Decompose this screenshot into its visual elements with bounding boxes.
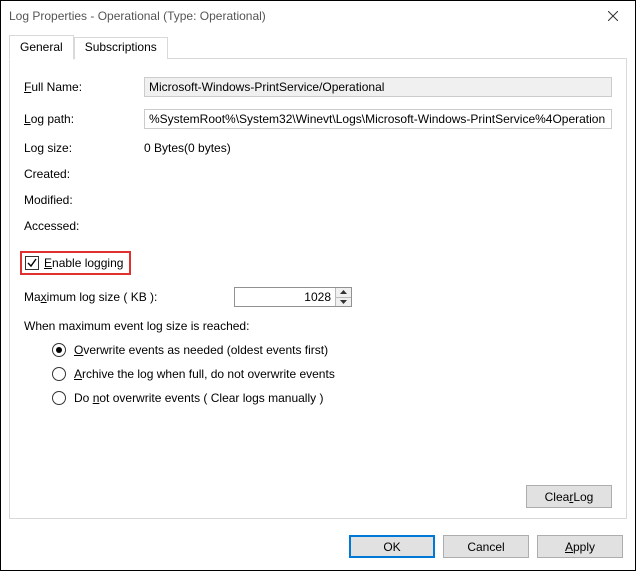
label-enable-logging: Enable logging xyxy=(44,256,123,270)
radio-archive[interactable]: Archive the log when full, do not overwr… xyxy=(52,367,612,381)
row-max-size: Maximum log size ( KB ): xyxy=(24,287,612,307)
spinner-down[interactable] xyxy=(336,298,351,307)
radio-archive-label: Archive the log when full, do not overwr… xyxy=(74,367,335,381)
row-log-path: Log path: xyxy=(24,109,612,129)
full-name-field[interactable] xyxy=(144,77,612,97)
radio-group-overflow: Overwrite events as needed (oldest event… xyxy=(52,343,612,405)
close-button[interactable] xyxy=(590,1,635,31)
log-path-field[interactable] xyxy=(144,109,612,129)
label-full-name: Full Name: xyxy=(24,80,144,94)
label-max-size: Maximum log size ( KB ): xyxy=(24,290,234,304)
chevron-down-icon xyxy=(340,300,347,304)
row-created: Created: xyxy=(24,167,612,181)
cancel-button[interactable]: Cancel xyxy=(443,535,529,558)
row-full-name: Full Name: xyxy=(24,77,612,97)
apply-button[interactable]: Apply xyxy=(537,535,623,558)
row-log-size: Log size: 0 Bytes(0 bytes) xyxy=(24,141,612,155)
chevron-up-icon xyxy=(340,290,347,294)
ok-button[interactable]: OK xyxy=(349,535,435,558)
label-log-path: Log path: xyxy=(24,112,144,126)
tab-strip: General Subscriptions xyxy=(1,31,635,59)
close-icon xyxy=(608,11,618,21)
row-accessed: Accessed: xyxy=(24,219,612,233)
enable-logging-checkbox[interactable] xyxy=(25,256,39,270)
radio-donot[interactable]: Do not overwrite events ( Clear logs man… xyxy=(52,391,612,405)
radio-icon xyxy=(52,367,66,381)
tab-subscriptions[interactable]: Subscriptions xyxy=(74,37,168,59)
label-modified: Modified: xyxy=(24,193,144,207)
highlight-enable-logging: Enable logging xyxy=(20,251,131,275)
label-when-reached: When maximum event log size is reached: xyxy=(24,319,612,333)
dialog-window: Log Properties - Operational (Type: Oper… xyxy=(0,0,636,571)
dialog-footer: OK Cancel Apply xyxy=(1,527,635,570)
spinner-up[interactable] xyxy=(336,288,351,298)
window-title: Log Properties - Operational (Type: Oper… xyxy=(9,9,590,23)
spinner-buttons xyxy=(335,288,351,306)
tab-body-general: Full Name: Log path: Log size: 0 Bytes(0… xyxy=(9,59,627,519)
radio-icon xyxy=(52,391,66,405)
label-created: Created: xyxy=(24,167,144,181)
check-icon xyxy=(27,258,37,268)
max-size-input[interactable] xyxy=(235,288,335,306)
label-log-size: Log size: xyxy=(24,141,144,155)
radio-icon xyxy=(52,343,66,357)
value-log-size: 0 Bytes(0 bytes) xyxy=(144,141,612,155)
tab-general[interactable]: General xyxy=(9,35,74,60)
radio-overwrite-label: Overwrite events as needed (oldest event… xyxy=(74,343,328,357)
row-modified: Modified: xyxy=(24,193,612,207)
max-size-spinner[interactable] xyxy=(234,287,352,307)
row-enable-logging: Enable logging xyxy=(24,251,612,275)
titlebar: Log Properties - Operational (Type: Oper… xyxy=(1,1,635,31)
radio-overwrite[interactable]: Overwrite events as needed (oldest event… xyxy=(52,343,612,357)
label-accessed: Accessed: xyxy=(24,219,144,233)
radio-donot-label: Do not overwrite events ( Clear logs man… xyxy=(74,391,323,405)
clear-log-button[interactable]: Clear Log xyxy=(526,485,612,508)
